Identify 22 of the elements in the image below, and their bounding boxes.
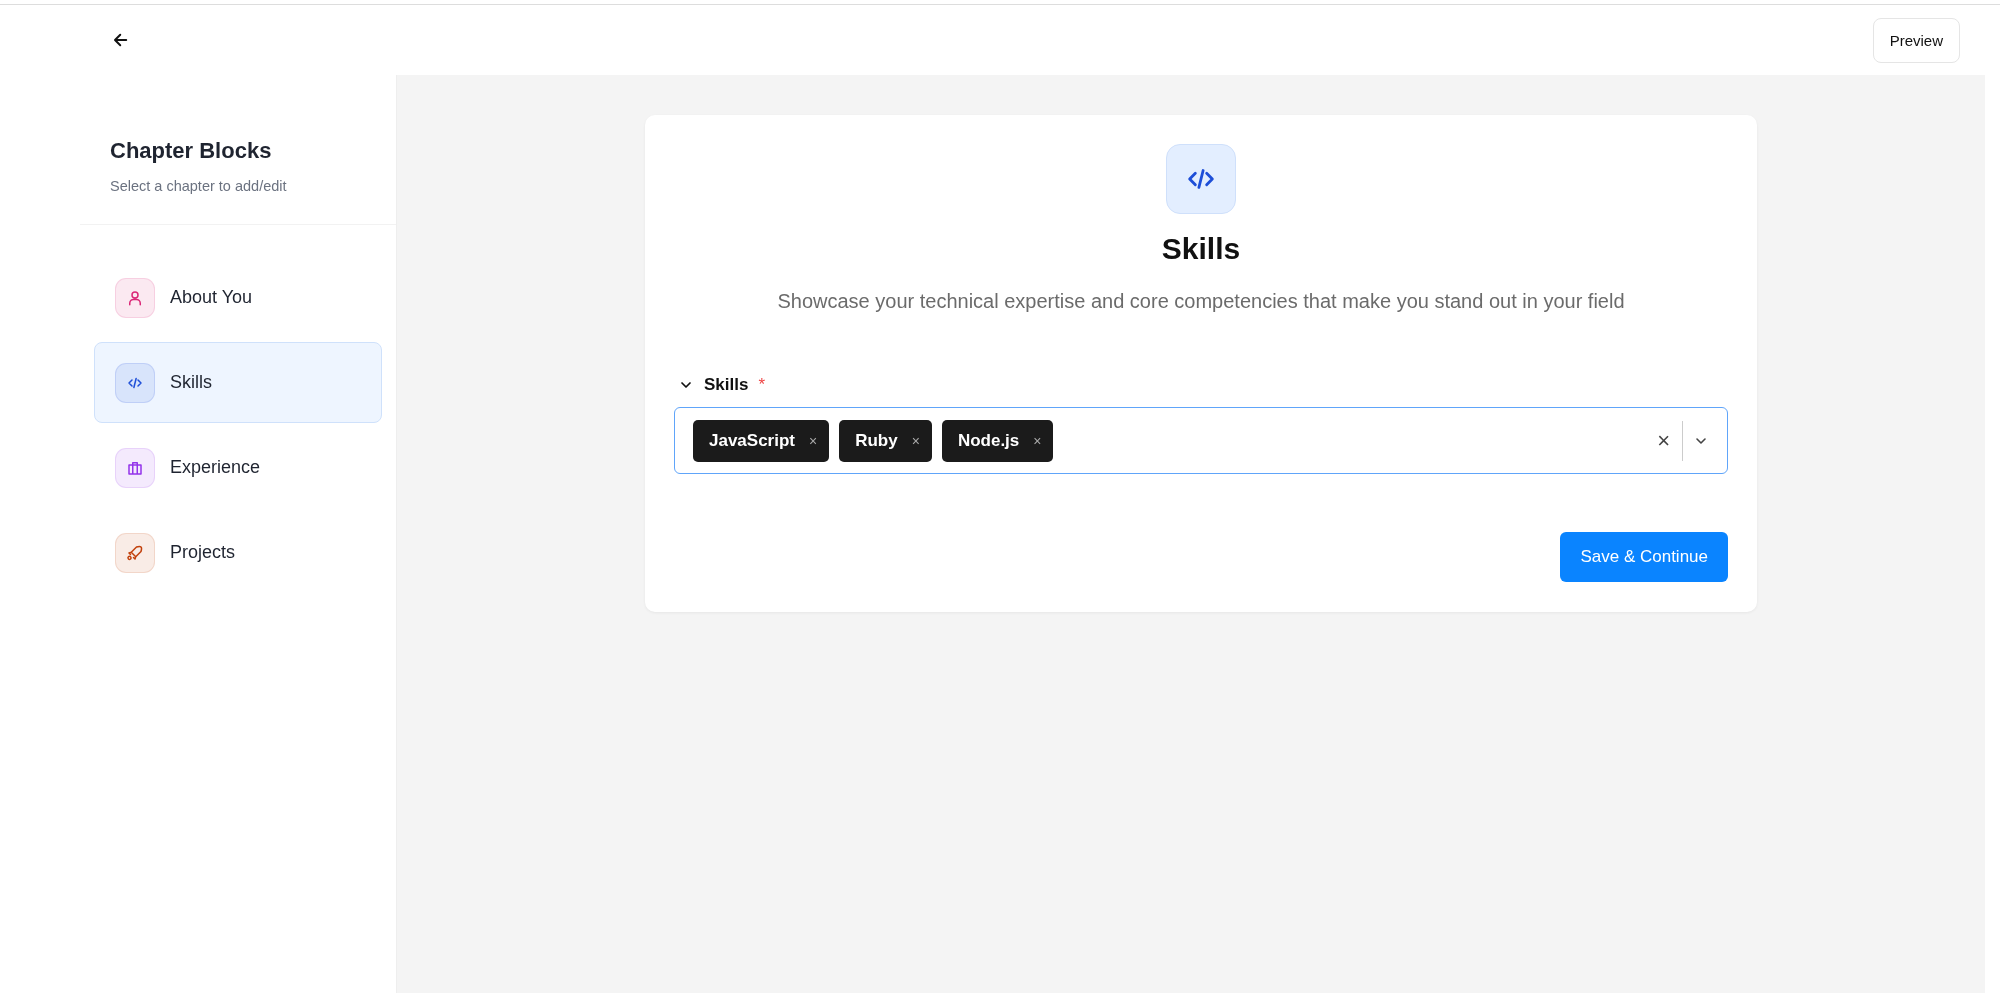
tag-label: JavaScript (709, 430, 795, 451)
back-arrow-icon[interactable] (112, 31, 130, 49)
sidebar-item[interactable]: Experience (94, 427, 382, 508)
remove-tag-button[interactable]: × (911, 432, 920, 449)
tag-label: Node.js (957, 430, 1020, 451)
remove-tag-button[interactable]: × (1033, 432, 1042, 449)
preview-button[interactable]: Preview (1872, 17, 1960, 63)
skills-select-field[interactable]: JavaScript × Ruby × Node.js × × (674, 407, 1728, 474)
sidebar-item[interactable]: Skills (94, 342, 382, 423)
clear-button[interactable]: × (1645, 427, 1682, 454)
sidebar-subtitle: Select a chapter to add/edit (110, 178, 288, 194)
sidebar-title: Chapter Blocks (110, 138, 273, 164)
card-description: Showcase your technical expertise and core competencies that make you stand out in your field (777, 290, 1625, 313)
field-label: Skills (704, 375, 749, 395)
sidebar-item[interactable]: About You (94, 257, 382, 338)
save-continue-button[interactable]: Save & Continue (1560, 532, 1728, 582)
card-title: Skills (1161, 232, 1241, 266)
required-mark: * (758, 375, 766, 395)
tag-label: Ruby (855, 430, 898, 451)
code-icon (1166, 144, 1236, 214)
sidebar-item[interactable]: Projects (94, 512, 382, 593)
remove-tag-button[interactable]: × (809, 432, 818, 449)
